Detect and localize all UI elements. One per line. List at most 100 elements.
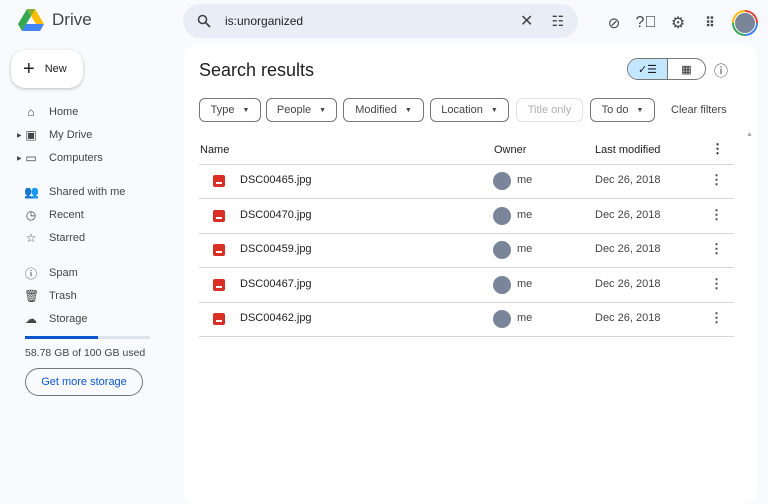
filter-title-only[interactable]: Title only xyxy=(516,98,583,122)
sidebar-item-label: Spam xyxy=(49,267,78,279)
column-header-owner[interactable]: Owner xyxy=(494,144,526,156)
clock-icon: ◷ xyxy=(24,208,38,222)
sidebar-item-trash[interactable]: 🗑 Trash xyxy=(0,285,175,307)
list-view-icon: ✓☰ xyxy=(638,63,657,76)
search-input[interactable]: is:unorganized xyxy=(225,14,520,28)
file-name: DSC00470.jpg xyxy=(240,209,312,221)
owner-avatar xyxy=(493,172,511,190)
divider xyxy=(199,336,734,337)
sidebar-item-recent[interactable]: ◷ Recent xyxy=(0,204,175,226)
column-header-name[interactable]: Name xyxy=(200,144,229,156)
last-modified: Dec 26, 2018 xyxy=(595,312,660,324)
sidebar-item-shared-with-me[interactable]: 👥 Shared with me xyxy=(0,181,175,203)
last-modified: Dec 26, 2018 xyxy=(595,174,660,186)
list-view-button[interactable]: ✓☰ xyxy=(628,59,668,79)
grid-view-icon: ▦ xyxy=(681,63,691,76)
dropdown-arrow-icon: ▼ xyxy=(319,107,326,114)
drive-logo-icon xyxy=(18,9,44,31)
sidebar-item-storage[interactable]: ☁ Storage xyxy=(0,308,175,330)
new-button[interactable]: + New xyxy=(11,50,83,88)
filter-location[interactable]: Location▼ xyxy=(430,98,509,122)
dropdown-arrow-icon: ▼ xyxy=(491,107,498,114)
sidebar-item-my-drive[interactable]: ▶▣My Drive xyxy=(0,124,175,146)
plus-icon: + xyxy=(23,59,35,79)
owner-avatar xyxy=(493,241,511,259)
owner-avatar xyxy=(493,207,511,225)
shared-icon: 👥 xyxy=(24,185,38,199)
last-modified: Dec 26, 2018 xyxy=(595,243,660,255)
info-icon[interactable]: ⓘ xyxy=(714,61,728,81)
table-row[interactable]: DSC00465.jpg me Dec 26, 2018 ⋮ xyxy=(199,164,734,198)
drive-logo[interactable]: Drive xyxy=(18,9,92,31)
sidebar-item-label: Computers xyxy=(49,152,103,164)
storage-usage-text: 58.78 GB of 100 GB used xyxy=(25,347,145,359)
image-file-icon xyxy=(213,175,225,187)
filter-label: Modified xyxy=(355,104,397,116)
clear-filters-button[interactable]: Clear filters xyxy=(671,104,727,116)
expand-arrow-icon[interactable]: ▶ xyxy=(17,132,22,139)
sidebar-item-label: Starred xyxy=(49,232,85,244)
filter-type[interactable]: Type ▼ xyxy=(199,98,261,122)
close-icon[interactable]: ✕ xyxy=(520,11,533,31)
grid-view-button[interactable]: ▦ xyxy=(668,59,705,79)
dropdown-arrow-icon: ▼ xyxy=(242,107,249,114)
sidebar-item-label: Home xyxy=(49,106,78,118)
filter-modified[interactable]: Modified▼ xyxy=(343,98,424,122)
ready-offline-icon[interactable]: ⊘ xyxy=(604,13,624,33)
owner: me xyxy=(517,278,532,290)
table-row[interactable]: DSC00467.jpg me Dec 26, 2018 ⋮ xyxy=(199,268,734,302)
file-name: DSC00465.jpg xyxy=(240,174,312,186)
cloud-icon: ☁ xyxy=(24,312,38,326)
filter-to-do[interactable]: To do▼ xyxy=(590,98,655,122)
table-row[interactable]: DSC00462.jpg me Dec 26, 2018 ⋮ xyxy=(199,302,734,336)
sidebar-item-home[interactable]: ⌂ Home xyxy=(0,101,175,123)
owner: me xyxy=(517,174,532,186)
owner-avatar xyxy=(493,276,511,294)
filter-people[interactable]: People ▼ xyxy=(266,98,337,122)
table-row[interactable]: DSC00470.jpg me Dec 26, 2018 ⋮ xyxy=(199,199,734,233)
column-header-last-modified[interactable]: Last modified xyxy=(595,144,660,156)
gear-icon[interactable]: ⚙ xyxy=(668,13,688,33)
more-actions-icon[interactable]: ⋮ xyxy=(710,276,723,292)
account-avatar[interactable] xyxy=(732,10,758,36)
search-bar[interactable]: is:unorganized ✕ ☷ xyxy=(183,4,578,38)
filter-label: Type xyxy=(211,104,235,116)
new-label: New xyxy=(45,63,67,75)
spam-icon: ⓘ xyxy=(24,265,38,282)
file-name: DSC00459.jpg xyxy=(240,243,312,255)
more-actions-icon[interactable]: ⋮ xyxy=(710,207,723,223)
scroll-up-arrow-icon[interactable]: ▲ xyxy=(746,131,753,138)
trash-icon: 🗑 xyxy=(24,289,38,303)
home-icon: ⌂ xyxy=(24,105,38,119)
filter-label: To do xyxy=(602,104,629,116)
sidebar-item-starred[interactable]: ☆Starred xyxy=(0,227,175,249)
apps-grid-icon[interactable]: ⠿ xyxy=(700,13,720,33)
more-actions-icon[interactable]: ⋮ xyxy=(710,241,723,257)
sidebar-item-label: Recent xyxy=(49,209,84,221)
get-more-storage-button[interactable]: Get more storage xyxy=(25,368,143,396)
filter-label: People xyxy=(277,104,311,116)
sidebar-item-label: Shared with me xyxy=(49,186,125,198)
page-title: Search results xyxy=(199,60,314,81)
owner-avatar xyxy=(493,310,511,328)
sidebar-item-spam[interactable]: ⓘ Spam xyxy=(0,262,175,284)
table-row[interactable]: DSC00459.jpg me Dec 26, 2018 ⋮ xyxy=(199,233,734,267)
image-file-icon xyxy=(213,279,225,291)
image-file-icon xyxy=(213,244,225,256)
sidebar-item-computers[interactable]: ▶▭Computers xyxy=(0,147,175,169)
sidebar-item-label: Storage xyxy=(49,313,88,325)
view-toggle[interactable]: ✓☰ ▦ xyxy=(627,58,706,80)
expand-arrow-icon[interactable]: ▶ xyxy=(17,155,22,162)
search-icon[interactable] xyxy=(197,14,211,28)
storage-usage-bar xyxy=(25,336,150,339)
help-icon[interactable]: ?⃝ xyxy=(636,13,656,33)
more-actions-icon[interactable]: ⋮ xyxy=(710,310,723,326)
filter-label: Title only xyxy=(528,104,572,116)
search-options-icon[interactable]: ☷ xyxy=(551,13,564,30)
image-file-icon xyxy=(213,210,225,222)
more-actions-icon[interactable]: ⋮ xyxy=(710,172,723,188)
column-options-icon[interactable]: ⋮ xyxy=(711,141,724,157)
sidebar-item-label: Trash xyxy=(49,290,77,302)
file-name: DSC00467.jpg xyxy=(240,278,312,290)
owner: me xyxy=(517,312,532,324)
